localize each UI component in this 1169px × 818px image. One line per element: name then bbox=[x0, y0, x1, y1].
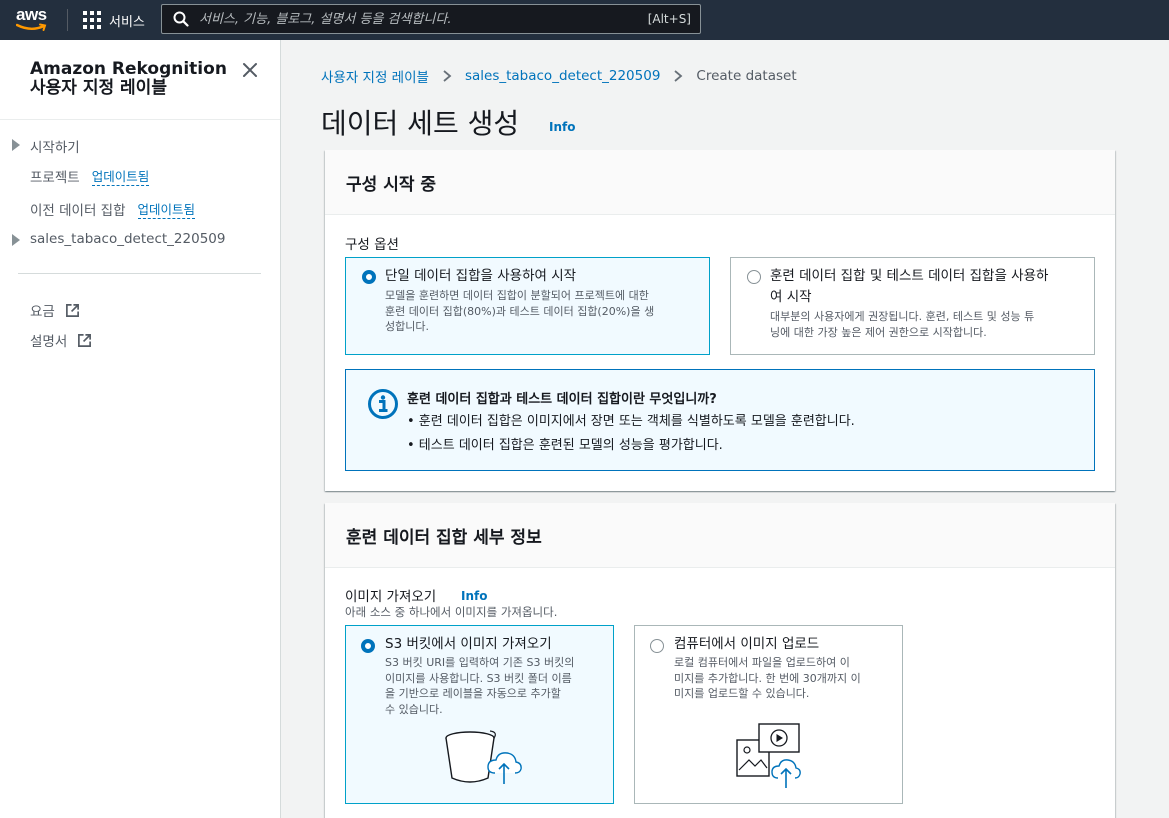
external-link-icon bbox=[65, 303, 79, 317]
option-separate-datasets-desc: 대부분의 사용자에게 권장됩니다. 훈련, 테스트 및 성능 튜 닝에 대한 가… bbox=[770, 310, 1035, 339]
sidebar-item-getting-started[interactable]: 시작하기 bbox=[12, 136, 80, 156]
option-single-dataset-tile[interactable]: 단일 데이터 집합을 사용하여 시작 모델을 훈련하면 데이터 집합이 분할되어… bbox=[345, 257, 710, 355]
sidebar-title-line1: Amazon Rekognition bbox=[30, 59, 227, 79]
configuration-header: 구성 시작 중 bbox=[325, 150, 1115, 215]
info-alert-item: • 훈련 데이터 집합은 이미지에서 장면 또는 객체를 식별하도록 모델을 훈… bbox=[407, 414, 855, 429]
image-import-label: 이미지 가져오기 bbox=[345, 589, 437, 605]
option-s3-import-title: S3 버킷에서 이미지 가져오기 bbox=[385, 636, 552, 652]
option-computer-upload-title: 컴퓨터에서 이미지 업로드 bbox=[674, 636, 820, 652]
page-title: 데이터 세트 생성 bbox=[321, 107, 520, 140]
external-link-icon bbox=[78, 333, 92, 347]
side-navigation: Amazon Rekognition 사용자 지정 레이블 시작하기 프로젝트 … bbox=[0, 40, 281, 818]
top-navigation-bar: aws 서비스 [Alt+S] bbox=[0, 0, 1169, 40]
page-info-link[interactable]: Info bbox=[549, 120, 575, 134]
image-import-info-link[interactable]: Info bbox=[461, 589, 487, 603]
breadcrumb-link-project[interactable]: sales_tabaco_detect_220509 bbox=[465, 68, 660, 84]
sidebar-item-project-name[interactable]: sales_tabaco_detect_220509 bbox=[12, 231, 226, 247]
nav-divider bbox=[67, 9, 68, 31]
sidebar-item-previous-datasets[interactable]: 이전 데이터 집합 업데이트됨 bbox=[30, 199, 196, 219]
services-menu-button[interactable]: 서비스 bbox=[83, 9, 145, 31]
sidebar-link-pricing[interactable]: 요금 bbox=[30, 300, 80, 320]
sidebar-link-label: 요금 bbox=[30, 304, 55, 320]
radio-computer-upload[interactable] bbox=[650, 639, 664, 653]
services-label: 서비스 bbox=[109, 14, 145, 30]
sidebar-item-label: 시작하기 bbox=[30, 140, 80, 156]
breadcrumb: 사용자 지정 레이블 sales_tabaco_detect_220509 Cr… bbox=[321, 66, 797, 86]
info-alert-title: 훈련 데이터 집합과 테스트 데이터 집합이란 무엇입니까? bbox=[407, 392, 717, 407]
chevron-right-icon bbox=[443, 70, 452, 82]
computer-upload-icon bbox=[736, 723, 801, 788]
search-shortcut-hint: [Alt+S] bbox=[647, 12, 691, 26]
search-icon bbox=[173, 11, 189, 27]
configuration-container: 구성 시작 중 구성 옵션 단일 데이터 집합을 사용하여 시작 모델을 훈련하… bbox=[325, 150, 1115, 491]
radio-single-dataset[interactable] bbox=[362, 270, 376, 284]
radio-separate-datasets[interactable] bbox=[747, 270, 761, 284]
aws-logo[interactable]: aws bbox=[16, 6, 52, 34]
option-separate-datasets-title: 훈련 데이터 집합 및 테스트 데이터 집합을 사용하 여 시작 bbox=[770, 268, 1049, 305]
search-input[interactable] bbox=[199, 11, 648, 27]
training-dataset-header: 훈련 데이터 집합 세부 정보 bbox=[325, 503, 1115, 568]
configuration-options-label: 구성 옵션 bbox=[345, 237, 399, 253]
option-s3-import-tile[interactable]: S3 버킷에서 이미지 가져오기 S3 버킷 URI를 입력하여 기존 S3 버… bbox=[345, 625, 614, 804]
sidebar-divider bbox=[0, 119, 280, 120]
sidebar-divider bbox=[18, 273, 261, 274]
updated-badge[interactable]: 업데이트됨 bbox=[91, 166, 150, 186]
sidebar-link-documentation[interactable]: 설명서 bbox=[30, 330, 92, 350]
breadcrumb-link-custom-labels[interactable]: 사용자 지정 레이블 bbox=[321, 66, 429, 86]
aws-logo-text: aws bbox=[16, 5, 47, 24]
option-computer-upload-desc: 로컬 컴퓨터에서 파일을 업로드하여 이 미지를 추가합니다. 한 번에 30개… bbox=[674, 656, 861, 700]
info-circle-icon bbox=[368, 389, 398, 419]
grid-icon bbox=[83, 11, 101, 29]
option-s3-import-desc: S3 버킷 URI를 입력하여 기존 S3 버킷의 이미지를 사용합니다. S3… bbox=[385, 656, 575, 716]
breadcrumb-current: Create dataset bbox=[696, 68, 797, 84]
sidebar-item-projects[interactable]: 프로젝트 업데이트됨 bbox=[30, 166, 150, 186]
option-single-dataset-desc: 모델을 훈련하면 데이터 집합이 분할되어 프로젝트에 대한 훈련 데이터 집합… bbox=[385, 289, 655, 333]
info-alert: 훈련 데이터 집합과 테스트 데이터 집합이란 무엇입니까? • 훈련 데이터 … bbox=[345, 369, 1095, 471]
sidebar-item-label: 이전 데이터 집합 bbox=[30, 203, 126, 219]
option-computer-upload-tile[interactable]: 컴퓨터에서 이미지 업로드 로컬 컴퓨터에서 파일을 업로드하여 이 미지를 추… bbox=[634, 625, 903, 804]
caret-right-icon[interactable] bbox=[12, 234, 20, 246]
sidebar-title-line2: 사용자 지정 레이블 bbox=[30, 78, 167, 98]
option-single-dataset-title: 단일 데이터 집합을 사용하여 시작 bbox=[385, 268, 577, 284]
close-icon[interactable] bbox=[240, 60, 260, 80]
radio-s3-import[interactable] bbox=[361, 639, 375, 653]
s3-bucket-upload-icon bbox=[445, 730, 522, 784]
sidebar-link-label: 설명서 bbox=[30, 334, 68, 350]
updated-badge[interactable]: 업데이트됨 bbox=[137, 199, 196, 219]
chevron-right-icon bbox=[674, 70, 683, 82]
image-import-description: 아래 소스 중 하나에서 이미지를 가져옵니다. bbox=[345, 605, 558, 619]
sidebar-title[interactable]: Amazon Rekognition 사용자 지정 레이블 bbox=[30, 60, 227, 98]
aws-smile-icon bbox=[16, 23, 47, 31]
training-dataset-container: 훈련 데이터 집합 세부 정보 이미지 가져오기 Info 아래 소스 중 하나… bbox=[325, 503, 1115, 818]
caret-right-icon[interactable] bbox=[12, 139, 20, 151]
info-alert-item: • 테스트 데이터 집합은 훈련된 모델의 성능을 평가합니다. bbox=[407, 438, 723, 453]
sidebar-item-label: sales_tabaco_detect_220509 bbox=[30, 231, 226, 247]
option-separate-datasets-tile[interactable]: 훈련 데이터 집합 및 테스트 데이터 집합을 사용하 여 시작 대부분의 사용… bbox=[730, 257, 1095, 355]
search-bar[interactable]: [Alt+S] bbox=[161, 4, 701, 34]
sidebar-item-label: 프로젝트 bbox=[30, 170, 80, 186]
